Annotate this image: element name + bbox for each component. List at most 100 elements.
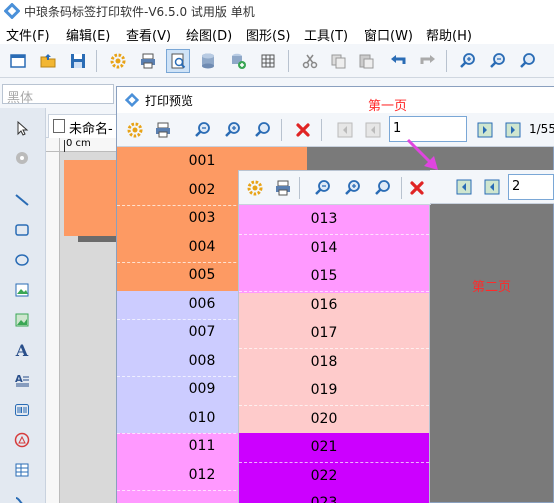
menu-draw[interactable]: 绘图(D) xyxy=(186,25,232,44)
paste-icon[interactable] xyxy=(354,49,378,73)
preview-zoom-in-icon[interactable] xyxy=(221,118,245,142)
rotate-icon[interactable] xyxy=(10,146,34,170)
label-number: 015 xyxy=(310,268,338,284)
preview-zoom-fit-icon[interactable] xyxy=(251,118,275,142)
menu-help[interactable]: 帮助(H) xyxy=(426,25,472,44)
annotation-second-page: 第二页 xyxy=(472,280,512,295)
preview-toolbar: 1 1/55 xyxy=(117,113,554,147)
print-preview-icon[interactable] xyxy=(166,49,190,73)
zoom-fit-icon[interactable] xyxy=(456,49,480,73)
document-tab-label: 未命名- xyxy=(69,122,113,137)
label-number: 013 xyxy=(310,211,338,227)
menu-edit[interactable]: 编辑(E) xyxy=(66,25,110,44)
image-tool-icon[interactable] xyxy=(10,278,34,302)
preview-toolbar-2 xyxy=(239,171,431,205)
application-window: 中琅条码标签打印软件-V6.5.0 试用版 单机 文件(F) 编辑(E) 查看(… xyxy=(0,0,554,503)
annotation-arrow-icon xyxy=(406,138,438,170)
undo-icon[interactable] xyxy=(386,49,410,73)
preview-window-icon xyxy=(124,92,140,108)
label-number: 016 xyxy=(310,297,338,313)
preview-last-page-icon[interactable] xyxy=(501,118,525,142)
rectangle-tool-icon[interactable] xyxy=(10,218,34,242)
preview-settings-icon[interactable] xyxy=(123,118,147,142)
preview2-zoom-in-icon[interactable] xyxy=(341,176,365,200)
page2-first-page-icon[interactable] xyxy=(452,175,476,199)
ruler-label: 0 cm xyxy=(66,138,91,149)
page2-nav: 2 xyxy=(430,170,554,204)
preview2-page: 013 014 015 016 017 018 019 020 021 022 … xyxy=(239,205,429,503)
font-family-select[interactable]: 黑体 xyxy=(2,84,114,106)
preview2-print-icon[interactable] xyxy=(271,176,295,200)
multiline-text-icon[interactable]: A xyxy=(10,368,34,392)
grid-icon[interactable] xyxy=(256,49,280,73)
ruler-corner xyxy=(46,138,60,152)
horizontal-ruler: 0 cm xyxy=(60,138,120,152)
page2-prev-page-icon[interactable] xyxy=(480,175,504,199)
document-tab[interactable]: 未命名- xyxy=(48,114,124,138)
main-toolbar xyxy=(0,44,554,78)
barcode-tool-icon[interactable] xyxy=(10,398,34,422)
select-pointer-icon[interactable] xyxy=(10,116,34,140)
window-title: 中琅条码标签打印软件-V6.5.0 试用版 单机 xyxy=(24,5,255,19)
preview-prev-page-icon[interactable] xyxy=(361,118,385,142)
print-icon[interactable] xyxy=(136,49,160,73)
preview-page-total: 1/55 xyxy=(529,122,554,136)
zoom-in-icon[interactable] xyxy=(516,49,540,73)
preview-first-page-icon[interactable] xyxy=(333,118,357,142)
copy-icon[interactable] xyxy=(326,49,350,73)
vertical-ruler xyxy=(46,152,60,503)
preview-title-bar: 打印预览 xyxy=(117,87,554,113)
label-number: 019 xyxy=(310,382,338,398)
menu-window[interactable]: 窗口(W) xyxy=(364,25,413,44)
preview-page-value: 1 xyxy=(393,121,402,136)
label-number: 021 xyxy=(310,439,338,455)
preview-print-icon[interactable] xyxy=(151,118,175,142)
save-icon[interactable] xyxy=(66,49,90,73)
label-number: 020 xyxy=(310,411,338,427)
preview-next-page-icon[interactable] xyxy=(473,118,497,142)
settings-gear-icon[interactable] xyxy=(106,49,130,73)
qrcode-tool-icon[interactable] xyxy=(10,428,34,452)
menu-shape[interactable]: 图形(S) xyxy=(246,25,290,44)
app-logo-icon xyxy=(4,3,20,19)
label-number: 018 xyxy=(310,354,338,370)
database-icon[interactable] xyxy=(196,49,220,73)
preview2-close-icon[interactable] xyxy=(405,176,429,200)
print-preview-window-2: 013 014 015 016 017 018 019 020 021 022 … xyxy=(238,170,431,503)
ellipse-tool-icon[interactable] xyxy=(10,248,34,272)
curve-tool-icon[interactable] xyxy=(10,488,34,503)
redo-icon[interactable] xyxy=(416,49,440,73)
menu-view[interactable]: 查看(V) xyxy=(126,25,171,44)
svg-text:A: A xyxy=(15,374,23,385)
menu-bar: 文件(F) 编辑(E) 查看(V) 绘图(D) 图形(S) 工具(T) 窗口(W… xyxy=(0,22,554,44)
font-family-value: 黑体 xyxy=(7,91,34,106)
page2-page-value: 2 xyxy=(512,179,521,194)
database-refresh-icon[interactable] xyxy=(226,49,250,73)
preview2-settings-icon[interactable] xyxy=(243,176,267,200)
label-number: 017 xyxy=(310,325,338,341)
zoom-out-icon[interactable] xyxy=(486,49,510,73)
label-number: 022 xyxy=(310,468,338,484)
label-number: 014 xyxy=(310,240,338,256)
menu-tools[interactable]: 工具(T) xyxy=(304,25,348,44)
preview2-zoom-fit-icon[interactable] xyxy=(371,176,395,200)
preview-close-icon[interactable] xyxy=(291,118,315,142)
label-number: 001 xyxy=(188,153,216,169)
open-folder-icon[interactable] xyxy=(36,49,60,73)
label-shadow xyxy=(78,236,120,242)
document-icon xyxy=(53,119,65,133)
menu-file[interactable]: 文件(F) xyxy=(6,25,50,44)
picture-tool-icon[interactable] xyxy=(10,308,34,332)
document-tab-bar: 未命名- xyxy=(46,108,126,138)
left-toolbox: A A xyxy=(0,108,46,503)
preview-zoom-out-icon[interactable] xyxy=(191,118,215,142)
page2-page-input[interactable]: 2 xyxy=(508,174,554,200)
cut-icon[interactable] xyxy=(298,49,322,73)
text-tool-icon[interactable]: A xyxy=(10,338,34,362)
preview2-zoom-out-icon[interactable] xyxy=(311,176,335,200)
line-tool-icon[interactable] xyxy=(10,188,34,212)
new-file-icon[interactable] xyxy=(6,49,30,73)
title-bar: 中琅条码标签打印软件-V6.5.0 试用版 单机 xyxy=(0,0,554,22)
label-preview-orange xyxy=(64,160,120,236)
table-tool-icon[interactable] xyxy=(10,458,34,482)
